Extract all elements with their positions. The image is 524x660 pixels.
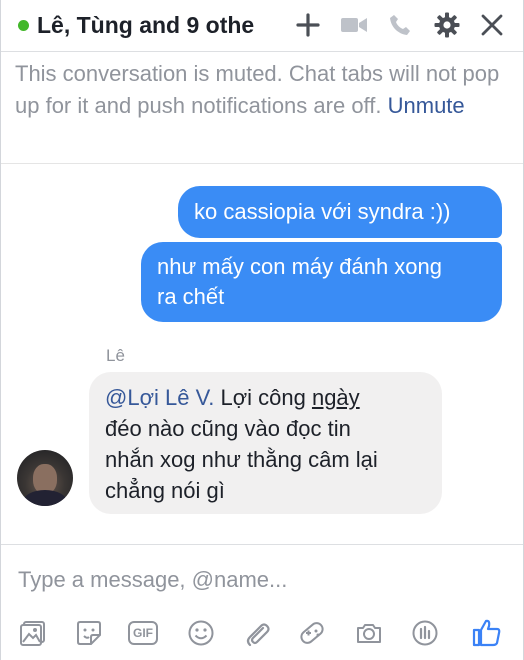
chat-header[interactable]: Lê, Tùng and 9 othe (1, 0, 523, 52)
add-people-icon[interactable] (293, 10, 323, 40)
message-text: ko cassiopia với syndra :)) (194, 199, 451, 224)
message-text-line: chẳng nói gì (105, 478, 225, 503)
message-text-line: như mấy con máy đánh xong (157, 254, 443, 279)
message-input[interactable] (18, 565, 498, 595)
message-text-line: @Lợi Lê V. Lợi công ngày (105, 382, 426, 413)
attachment-icon[interactable] (240, 616, 274, 650)
composer-toolbar: GIF (1, 612, 523, 652)
message-text-line: đéo nào cũng vào đọc tin (105, 416, 351, 441)
avatar[interactable] (17, 450, 73, 506)
gif-label: GIF (128, 621, 158, 645)
gear-icon[interactable] (432, 10, 462, 40)
video-call-icon[interactable] (339, 10, 369, 40)
incoming-message[interactable]: @Lợi Lê V. Lợi công ngày đéo nào cũng và… (89, 372, 442, 514)
chat-title[interactable]: Lê, Tùng and 9 othe (37, 12, 277, 39)
underlined-text: ngày (311, 385, 360, 410)
muted-notice: This conversation is muted. Chat tabs wi… (15, 58, 511, 122)
chat-window: Lê, Tùng and 9 othe This conversation is… (0, 0, 524, 660)
divider (1, 163, 523, 164)
unmute-link[interactable]: Unmute (388, 93, 465, 118)
mention-link[interactable]: @Lợi Lê V. (105, 385, 214, 410)
message-text: Lợi công (214, 385, 312, 410)
avatar-shirt (23, 490, 67, 506)
message-text-line: ra chết (157, 284, 225, 309)
sender-name: Lê (106, 346, 125, 365)
game-icon[interactable] (295, 616, 329, 650)
emoji-icon[interactable] (184, 616, 218, 650)
like-icon[interactable] (470, 616, 504, 650)
outgoing-message[interactable]: ko cassiopia với syndra :)) (178, 186, 502, 238)
voice-call-icon[interactable] (385, 10, 415, 40)
close-icon[interactable] (477, 10, 507, 40)
poll-icon[interactable] (408, 616, 442, 650)
photo-icon[interactable] (16, 616, 50, 650)
gif-icon[interactable]: GIF (126, 616, 160, 650)
divider (1, 544, 523, 545)
sticker-icon[interactable] (72, 616, 106, 650)
outgoing-message[interactable]: như mấy con máy đánh xong ra chết (141, 242, 502, 322)
online-status-dot (18, 20, 29, 31)
camera-icon[interactable] (352, 616, 386, 650)
message-text-line: nhắn xog như thằng câm lại (105, 447, 378, 472)
